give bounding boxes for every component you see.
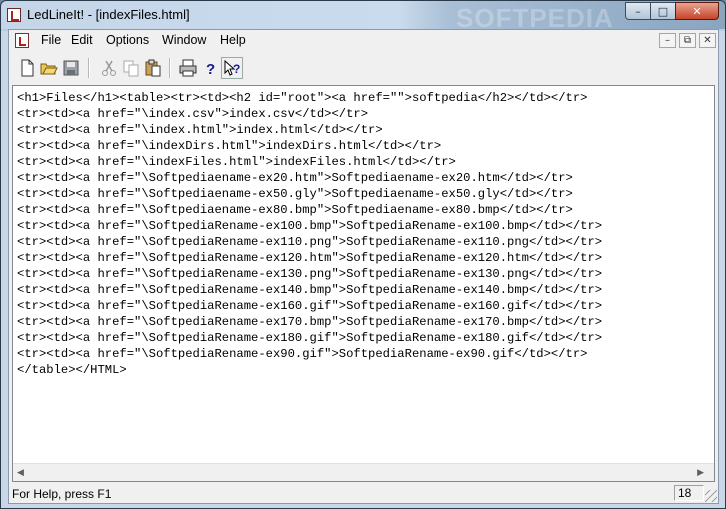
scroll-right-arrow-icon[interactable]: ▶	[697, 468, 704, 478]
app-icon[interactable]	[7, 8, 21, 22]
editor-line[interactable]: <tr><td><a href="\SoftpediaRename-ex140.…	[17, 282, 602, 298]
editor-line[interactable]: <tr><td><a href="\index.csv">index.csv</…	[17, 106, 602, 122]
close-button[interactable]: ✕	[675, 2, 719, 20]
editor-line[interactable]: <tr><td><a href="\indexFiles.html">index…	[17, 154, 602, 170]
editor-line[interactable]: <tr><td><a href="\Softpediaename-ex20.ht…	[17, 170, 602, 186]
menu-help[interactable]: Help	[220, 33, 246, 47]
resize-grip[interactable]	[705, 490, 717, 502]
editor-line[interactable]: <tr><td><a href="\SoftpediaRename-ex160.…	[17, 298, 602, 314]
title-bar[interactable]: LedLineIt! - [indexFiles.html] SOFTPEDIA…	[1, 1, 725, 33]
editor-line[interactable]: <tr><td><a href="\SoftpediaRename-ex120.…	[17, 250, 602, 266]
copy-icon[interactable]	[120, 57, 142, 79]
save-icon[interactable]	[60, 57, 82, 79]
help-icon[interactable]: ?	[199, 57, 221, 79]
context-help-icon[interactable]: ?	[221, 57, 243, 79]
menu-window[interactable]: Window	[162, 33, 206, 47]
editor-line[interactable]: <h1>Files</h1><table><tr><td><h2 id="roo…	[17, 90, 602, 106]
menu-edit[interactable]: Edit	[71, 33, 93, 47]
editor-line[interactable]: <tr><td><a href="\Softpediaename-ex80.bm…	[17, 202, 602, 218]
editor-line[interactable]: <tr><td><a href="\SoftpediaRename-ex100.…	[17, 218, 602, 234]
editor-line[interactable]: </table></HTML>	[17, 362, 602, 378]
status-bar: For Help, press F1 18	[9, 484, 718, 503]
editor-line[interactable]: <tr><td><a href="\SoftpediaRename-ex130.…	[17, 266, 602, 282]
menu-options[interactable]: Options	[106, 33, 149, 47]
status-help-text: For Help, press F1	[12, 487, 112, 501]
editor-line[interactable]: <tr><td><a href="\SoftpediaRename-ex90.g…	[17, 346, 602, 362]
print-icon[interactable]	[177, 57, 199, 79]
window-title: LedLineIt! - [indexFiles.html]	[27, 7, 190, 22]
doc-restore-button[interactable]: ⧉	[679, 33, 696, 48]
editor-line[interactable]: <tr><td><a href="\index.html">index.html…	[17, 122, 602, 138]
open-folder-icon[interactable]	[38, 57, 60, 79]
menu-bar: File Edit Options Window Help – ⧉ ✕	[9, 30, 718, 52]
editor-content[interactable]: <h1>Files</h1><table><tr><td><h2 id="roo…	[17, 90, 602, 378]
doc-minimize-button[interactable]: –	[659, 33, 676, 48]
line-number-pane: 18	[674, 485, 704, 501]
horizontal-scrollbar[interactable]: ◀ ▶	[13, 463, 714, 481]
scroll-left-arrow-icon[interactable]: ◀	[17, 468, 24, 478]
toolbar: ? ?	[9, 54, 718, 82]
minimize-button[interactable]: –	[625, 2, 651, 20]
maximize-button[interactable]: □	[650, 2, 676, 20]
new-file-icon[interactable]	[16, 57, 38, 79]
doc-close-button[interactable]: ✕	[699, 33, 716, 48]
editor-line[interactable]: <tr><td><a href="\SoftpediaRename-ex180.…	[17, 330, 602, 346]
svg-text:?: ?	[206, 61, 215, 77]
svg-text:?: ?	[233, 62, 240, 76]
editor-line[interactable]: <tr><td><a href="\SoftpediaRename-ex170.…	[17, 314, 602, 330]
editor-line[interactable]: <tr><td><a href="\SoftpediaRename-ex110.…	[17, 234, 602, 250]
mdi-client: File Edit Options Window Help – ⧉ ✕ ? ? …	[8, 29, 719, 504]
document-icon[interactable]	[15, 33, 29, 48]
app-window: LedLineIt! - [indexFiles.html] SOFTPEDIA…	[0, 0, 726, 509]
editor-line[interactable]: <tr><td><a href="\indexDirs.html">indexD…	[17, 138, 602, 154]
paste-icon[interactable]	[142, 57, 164, 79]
cut-icon[interactable]	[98, 57, 120, 79]
editor-line[interactable]: <tr><td><a href="\Softpediaename-ex50.gl…	[17, 186, 602, 202]
text-editor[interactable]: <h1>Files</h1><table><tr><td><h2 id="roo…	[12, 85, 715, 482]
menu-file[interactable]: File	[41, 33, 61, 47]
